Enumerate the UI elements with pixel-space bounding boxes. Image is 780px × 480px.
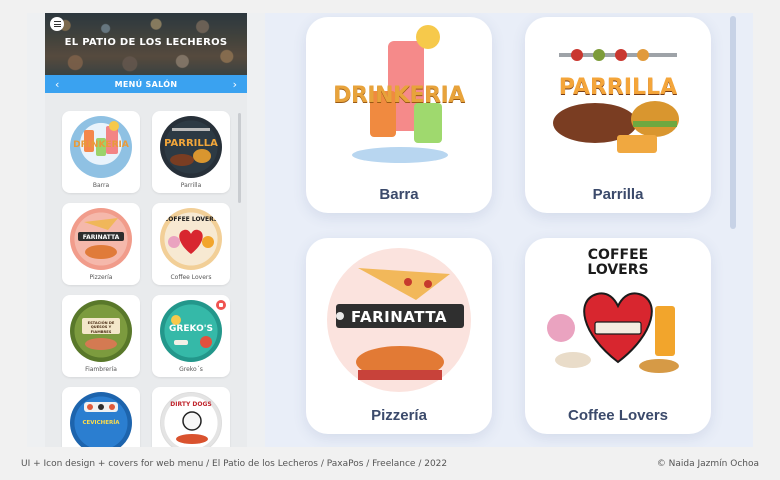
- coffee-lovers-cover: COFFEE LOVERS: [160, 208, 222, 270]
- chevron-left-icon[interactable]: ‹: [55, 79, 59, 90]
- drinkeria-cover: DRINKERIA: [318, 23, 480, 173]
- parrilla-cover: PARRILLA: [537, 23, 699, 173]
- category-label: Pizzería: [89, 274, 113, 281]
- hero-banner: EL PATIO DE LOS LECHEROS: [45, 13, 247, 75]
- grekos-cover: GREKO'S: [160, 300, 222, 362]
- big-card-parrilla[interactable]: PARRILLA Parrilla: [525, 17, 711, 213]
- category-card-barra[interactable]: DRINKERIA Barra: [62, 111, 140, 193]
- big-card-pizzeria[interactable]: FARINATTA Pizzería: [306, 238, 492, 434]
- fiambreria-cover: ESTACIÓN DE QUESOS Y FIAMBRES: [70, 300, 132, 362]
- large-preview-scrollbar[interactable]: [730, 16, 736, 229]
- notification-badge-icon: [216, 300, 226, 310]
- category-card-fiambreria[interactable]: ESTACIÓN DE QUESOS Y FIAMBRES Fiambrería: [62, 295, 140, 377]
- hamburger-icon[interactable]: [50, 17, 64, 31]
- big-card-coffee-lovers[interactable]: COFFEE LOVERS Coffee Lovers: [525, 238, 711, 434]
- category-card-pizzeria[interactable]: FARINATTA Pizzería: [62, 203, 140, 285]
- cevicheria-cover: CEVICHERÍA: [70, 392, 132, 447]
- big-card-barra[interactable]: DRINKERIA Barra: [306, 17, 492, 213]
- footer-caption: UI + Icon design + covers for web menu /…: [21, 459, 448, 469]
- large-menu-preview: DRINKERIA Barra PARRILLA Parrilla FARINA…: [265, 13, 753, 447]
- chevron-right-icon[interactable]: ›: [233, 79, 237, 90]
- menu-bar: ‹ MENÚ SALÓN ›: [45, 75, 247, 93]
- big-card-label: Coffee Lovers: [567, 407, 669, 424]
- parrilla-cover: PARRILLA: [160, 116, 222, 178]
- coffee-lovers-cover: COFFEE LOVERS: [537, 244, 699, 394]
- venue-title: EL PATIO DE LOS LECHEROS: [64, 37, 228, 48]
- big-card-label: Pizzería: [371, 407, 427, 424]
- category-label: Coffee Lovers: [170, 274, 212, 281]
- big-card-label: Barra: [379, 186, 419, 203]
- category-card-dirty-dogs[interactable]: DIRTY DOGS: [152, 387, 230, 447]
- dirty-dogs-cover: DIRTY DOGS: [160, 392, 222, 447]
- drinkeria-cover: DRINKERIA: [70, 116, 132, 178]
- footer-credit: © Naida Jazmín Ochoa: [656, 459, 759, 469]
- category-label: Greko´s: [179, 366, 203, 373]
- category-card-coffee-lovers[interactable]: COFFEE LOVERS Coffee Lovers: [152, 203, 230, 285]
- phone-screen: EL PATIO DE LOS LECHEROS ‹ MENÚ SALÓN › …: [45, 13, 247, 447]
- farinatta-cover: FARINATTA: [318, 244, 480, 394]
- menu-bar-label: MENÚ SALÓN: [114, 79, 178, 89]
- big-card-label: Parrilla: [592, 186, 644, 203]
- phone-preview: EL PATIO DE LOS LECHEROS ‹ MENÚ SALÓN › …: [27, 13, 265, 447]
- category-label: Fiambrería: [85, 366, 117, 373]
- category-card-grekos[interactable]: GREKO'S Greko´s: [152, 295, 230, 377]
- category-card-parrilla[interactable]: PARRILLA Parrilla: [152, 111, 230, 193]
- category-label: Parrilla: [180, 182, 202, 189]
- category-label: Barra: [92, 182, 110, 189]
- farinatta-cover: FARINATTA: [70, 208, 132, 270]
- category-card-cevicheria[interactable]: CEVICHERÍA: [62, 387, 140, 447]
- phone-scrollbar[interactable]: [238, 113, 241, 203]
